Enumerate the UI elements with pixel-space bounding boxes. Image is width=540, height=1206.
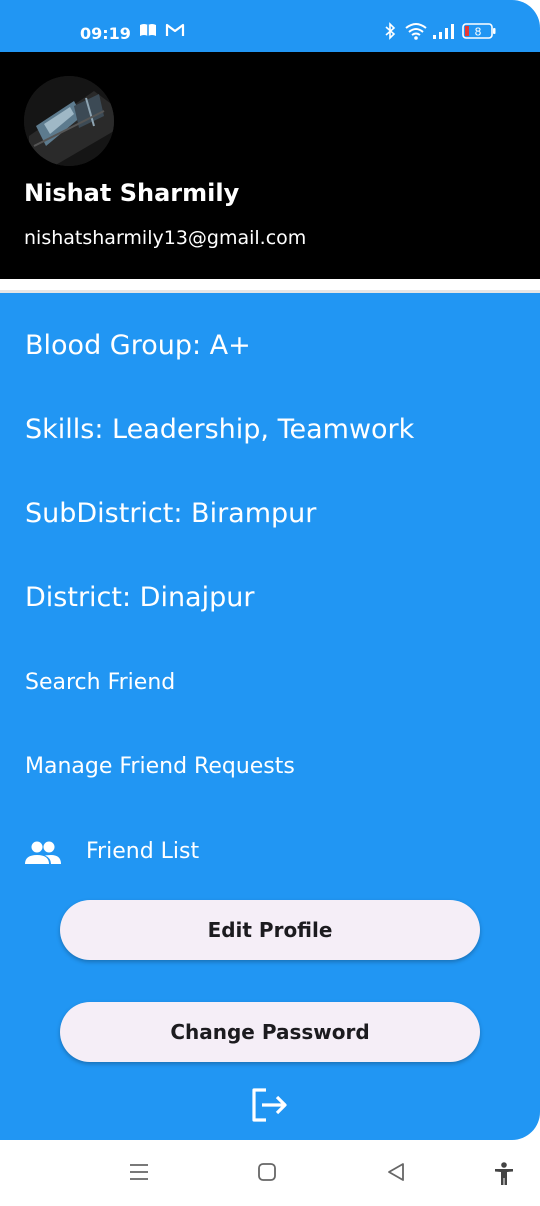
menu-icon[interactable] [128, 1162, 150, 1186]
district-text: District: Dinajpur [25, 582, 255, 613]
signal-icon [432, 22, 456, 44]
skills-text: Skills: Leadership, Teamwork [25, 414, 415, 445]
change-password-button[interactable]: Change Password [60, 1002, 480, 1062]
manage-friend-requests-item[interactable]: Manage Friend Requests [25, 754, 295, 779]
friend-list-item[interactable]: Friend List [86, 839, 199, 864]
book-icon [139, 22, 157, 42]
status-bar: 09:19 8 [0, 0, 540, 52]
avatar[interactable] [24, 76, 114, 166]
battery-level: 8 [475, 26, 482, 39]
wifi-icon [404, 22, 428, 44]
user-email: nishatsharmily13@gmail.com [24, 227, 307, 249]
subdistrict-text: SubDistrict: Birampur [25, 498, 317, 529]
people-icon [25, 840, 61, 866]
bluetooth-icon [384, 22, 396, 44]
user-name: Nishat Sharmily [24, 179, 240, 207]
battery-icon: 8 [462, 22, 496, 44]
blood-group-text: Blood Group: A+ [25, 330, 251, 361]
system-navigation-bar [0, 1140, 540, 1206]
status-time: 09:19 [80, 24, 131, 43]
gmail-icon [165, 22, 185, 42]
drawer-header: Nishat Sharmily nishatsharmily13@gmail.c… [0, 52, 540, 279]
home-icon[interactable] [257, 1162, 277, 1186]
navigation-drawer: 09:19 8 Nishat Sharmily nishatsharmily13… [0, 0, 540, 1140]
search-friend-item[interactable]: Search Friend [25, 670, 175, 695]
logout-icon[interactable] [250, 1087, 290, 1123]
accessibility-icon[interactable] [494, 1162, 514, 1190]
header-divider [0, 279, 540, 293]
back-icon[interactable] [386, 1162, 406, 1186]
edit-profile-button[interactable]: Edit Profile [60, 900, 480, 960]
